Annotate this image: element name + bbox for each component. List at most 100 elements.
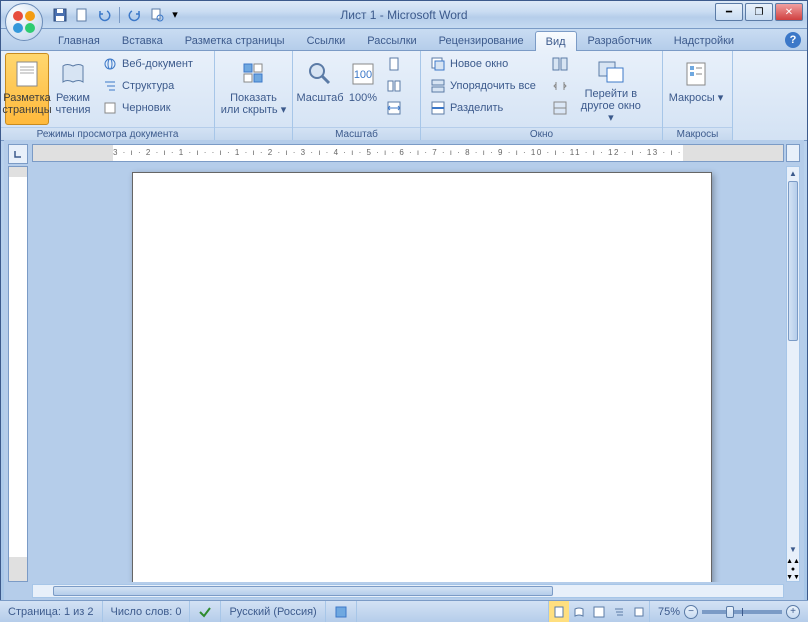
hscroll-thumb[interactable] [53, 586, 553, 596]
print-layout-icon [11, 58, 43, 90]
tab-insert[interactable]: Вставка [111, 30, 174, 50]
help-icon[interactable]: ? [785, 32, 801, 48]
web-layout-button[interactable]: Веб-документ [97, 53, 198, 75]
chevron-down-icon: ▾ [608, 112, 614, 124]
ruler-ticks: 3 · ı · 2 · ı · 1 · ı · · ı · 1 · ı · 2 … [113, 145, 683, 161]
zoom-slider-handle[interactable] [726, 606, 734, 618]
page-width-button[interactable] [383, 97, 405, 119]
window-title: Лист 1 - Microsoft Word [340, 8, 467, 22]
horizontal-ruler[interactable]: 3 · ı · 2 · ı · 1 · ı · · ı · 1 · ı · 2 … [32, 144, 784, 162]
ribbon-tabs: Главная Вставка Разметка страницы Ссылки… [1, 29, 807, 51]
tab-developer[interactable]: Разработчик [577, 30, 663, 50]
group-document-views: Разметка страницы Режим чтения Веб-докум… [1, 51, 215, 140]
draft-button[interactable]: Черновик [97, 97, 198, 119]
zoom-slider-tick [742, 608, 743, 616]
view-reading[interactable] [569, 601, 589, 622]
select-browse-object[interactable]: ● [788, 565, 798, 573]
zoom-in-button[interactable]: + [786, 605, 800, 619]
new-window-button[interactable]: Новое окно [425, 53, 541, 75]
scroll-down[interactable]: ▼ [788, 543, 798, 555]
group-window: Новое окно Упорядочить все Разделить Пер… [421, 51, 663, 140]
svg-text:100: 100 [354, 69, 372, 81]
document-area[interactable] [32, 166, 784, 582]
qat-new[interactable] [73, 6, 91, 24]
zoom-level[interactable]: 75% [658, 606, 680, 618]
zoom-controls: 75% − + [650, 605, 808, 619]
close-button[interactable]: ✕ [775, 3, 803, 21]
group-label-views: Режимы просмотра документа [1, 127, 214, 140]
ruler-toggle[interactable] [786, 144, 800, 162]
view-web[interactable] [589, 601, 609, 622]
macros-label: Макросы ▾ [669, 92, 723, 104]
tab-home[interactable]: Главная [47, 30, 111, 50]
qat-print-preview[interactable] [148, 6, 166, 24]
macros-icon [680, 58, 712, 90]
view-buttons [548, 601, 650, 622]
outline-button[interactable]: Структура [97, 75, 198, 97]
qat-redo[interactable] [126, 6, 144, 24]
vertical-ruler[interactable] [8, 166, 28, 582]
qat-save[interactable] [51, 6, 69, 24]
ruler-margin-right [683, 145, 783, 161]
browse-object: ▲▲ ● ▼▼ [788, 557, 798, 581]
next-page-button[interactable]: ▼▼ [788, 573, 798, 581]
new-window-icon [430, 56, 446, 72]
arrange-all-button[interactable]: Упорядочить все [425, 75, 541, 97]
window-buttons: ━ ❐ ✕ [715, 3, 803, 21]
tab-addins[interactable]: Надстройки [663, 30, 745, 50]
two-pages-button[interactable] [383, 75, 405, 97]
one-page-button[interactable] [383, 53, 405, 75]
split-icon [430, 100, 446, 116]
prev-page-button[interactable]: ▲▲ [788, 557, 798, 565]
qat-undo[interactable] [95, 6, 113, 24]
switch-window-button[interactable]: Перейти в другое окно ▾ [577, 53, 645, 125]
macros-button[interactable]: Макросы ▾ [667, 53, 725, 125]
reading-label: Режим чтения [52, 92, 94, 116]
document-page[interactable] [132, 172, 712, 582]
print-layout-button[interactable]: Разметка страницы [5, 53, 49, 125]
reading-layout-button[interactable]: Режим чтения [51, 53, 95, 125]
view-print-layout[interactable] [549, 601, 569, 622]
outline-icon [102, 78, 118, 94]
side-by-side-button[interactable] [549, 53, 571, 75]
tab-mailings[interactable]: Рассылки [356, 30, 427, 50]
zoom-slider[interactable] [702, 610, 782, 614]
status-bar: Страница: 1 из 2 Число слов: 0 Русский (… [0, 600, 808, 622]
reset-pos-button[interactable] [549, 97, 571, 119]
status-proofing[interactable] [190, 601, 221, 622]
view-draft[interactable] [629, 601, 649, 622]
scroll-up[interactable]: ▲ [788, 167, 798, 179]
status-language[interactable]: Русский (Россия) [221, 601, 325, 622]
group-label-zoom: Масштаб [293, 127, 420, 140]
tab-selector[interactable] [8, 144, 28, 164]
vscroll-thumb[interactable] [788, 181, 798, 341]
office-button[interactable] [5, 3, 43, 41]
status-page[interactable]: Страница: 1 из 2 [0, 601, 103, 622]
show-hide-button[interactable]: Показать или скрыть ▾ [219, 53, 288, 125]
zoom-100-button[interactable]: 100 100% [345, 53, 381, 125]
zoom-button[interactable]: Масштаб [297, 53, 343, 125]
draft-icon [102, 100, 118, 116]
sync-scroll-button[interactable] [549, 75, 571, 97]
zoom-label: Масштаб [296, 92, 343, 104]
view-outline[interactable] [609, 601, 629, 622]
maximize-button[interactable]: ❐ [745, 3, 773, 21]
tab-review[interactable]: Рецензирование [428, 30, 535, 50]
print-layout-label: Разметка страницы [2, 92, 51, 116]
tab-references[interactable]: Ссылки [296, 30, 357, 50]
group-label-window: Окно [421, 127, 662, 140]
web-layout-icon [102, 56, 118, 72]
group-zoom: Масштаб 100 100% Масштаб [293, 51, 421, 140]
qat-customize[interactable]: ▾ [170, 6, 180, 24]
status-macro-rec[interactable] [326, 601, 357, 622]
tab-view[interactable]: Вид [535, 31, 577, 51]
group-macros: Макросы ▾ Макросы [663, 51, 733, 140]
zoom-out-button[interactable]: − [684, 605, 698, 619]
vertical-scrollbar[interactable]: ▲ ▼ ▲▲ ● ▼▼ [786, 166, 800, 582]
split-button[interactable]: Разделить [425, 97, 541, 119]
horizontal-scrollbar[interactable] [32, 584, 784, 598]
tab-page-layout[interactable]: Разметка страницы [174, 30, 296, 50]
group-label-showhide [215, 127, 292, 140]
minimize-button[interactable]: ━ [715, 3, 743, 21]
status-word-count[interactable]: Число слов: 0 [103, 601, 191, 622]
